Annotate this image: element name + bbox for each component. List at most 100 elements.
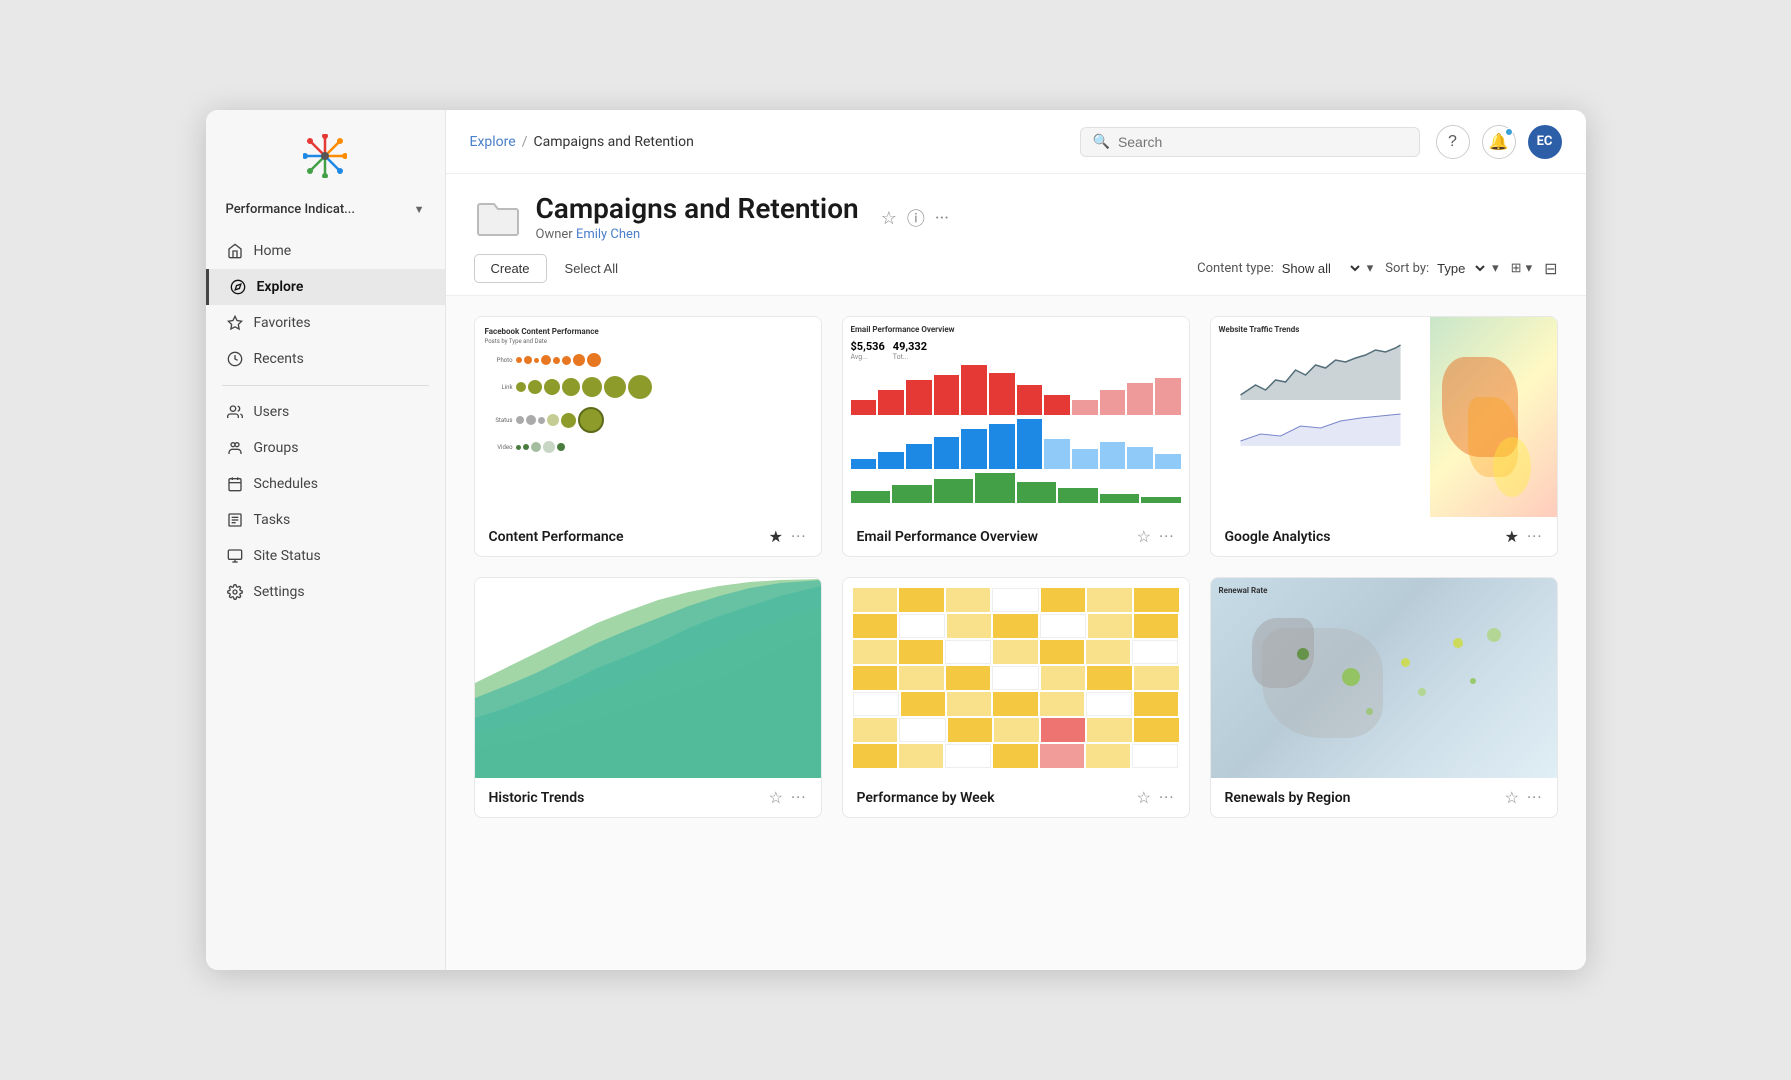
- folder-icon: [474, 194, 522, 242]
- groups-icon: [226, 439, 244, 457]
- compass-icon: [229, 278, 247, 296]
- card-footer-renewals-region: Renewals by Region ☆ ···: [1211, 778, 1557, 817]
- card-title-performance-week: Performance by Week: [857, 790, 1129, 806]
- select-all-button[interactable]: Select All: [557, 255, 626, 282]
- search-input[interactable]: [1118, 134, 1407, 150]
- card-star-historic-trends[interactable]: ☆: [769, 788, 783, 807]
- users-icon: [226, 403, 244, 421]
- sidebar-item-settings[interactable]: Settings: [206, 574, 445, 610]
- card-star-content-performance[interactable]: ★: [769, 527, 783, 546]
- page-header: Campaigns and Retention Owner Emily Chen…: [446, 174, 1586, 296]
- content-area: Facebook Content Performance Posts by Ty…: [446, 296, 1586, 970]
- notifications-button[interactable]: 🔔: [1482, 125, 1516, 159]
- sort-by-filter[interactable]: Sort by: Type Name Date ▾: [1385, 260, 1498, 277]
- filter-icon[interactable]: ⊟: [1544, 259, 1557, 278]
- card-preview-content-performance: Facebook Content Performance Posts by Ty…: [475, 317, 821, 517]
- search-bar[interactable]: 🔍: [1080, 127, 1420, 157]
- sort-by-select[interactable]: Type Name Date: [1433, 260, 1488, 277]
- sidebar-label-settings: Settings: [254, 584, 305, 600]
- create-button[interactable]: Create: [474, 254, 547, 283]
- map-chart: Renewal Rate: [1211, 578, 1557, 778]
- card-star-performance-week[interactable]: ☆: [1137, 788, 1151, 807]
- card-email-performance[interactable]: Email Performance Overview $5,536Avg... …: [842, 316, 1190, 557]
- more-options-icon[interactable]: ···: [935, 208, 949, 229]
- card-title-historic-trends: Historic Trends: [489, 790, 761, 806]
- logo: [206, 110, 445, 194]
- owner-name[interactable]: Emily Chen: [576, 227, 640, 242]
- sidebar-item-groups[interactable]: Groups: [206, 430, 445, 466]
- card-menu-performance-week[interactable]: ···: [1159, 788, 1175, 807]
- help-button[interactable]: ?: [1436, 125, 1470, 159]
- card-menu-historic-trends[interactable]: ···: [791, 788, 807, 807]
- star-icon: [226, 314, 244, 332]
- card-content-performance[interactable]: Facebook Content Performance Posts by Ty…: [474, 316, 822, 557]
- sort-by-label: Sort by:: [1385, 261, 1429, 276]
- sidebar-label-explore: Explore: [257, 279, 304, 295]
- home-icon: [226, 242, 244, 260]
- info-icon[interactable]: ⓘ: [907, 205, 925, 231]
- monitor-icon: [226, 547, 244, 565]
- content-type-select[interactable]: Show all Workbooks Views: [1278, 260, 1363, 277]
- cards-grid: Facebook Content Performance Posts by Ty…: [474, 316, 1558, 818]
- workspace-name: Performance Indicat...: [226, 202, 356, 217]
- view-toggle[interactable]: ⊞ ▾: [1511, 261, 1532, 276]
- card-menu-content-performance[interactable]: ···: [791, 527, 807, 546]
- calendar-icon: [226, 475, 244, 493]
- card-performance-week[interactable]: Performance by Week ☆ ···: [842, 577, 1190, 818]
- card-footer-email-performance: Email Performance Overview ☆ ···: [843, 517, 1189, 556]
- card-menu-email-performance[interactable]: ···: [1159, 527, 1175, 546]
- toolbar-right: Content type: Show all Workbooks Views ▾…: [1197, 259, 1557, 278]
- card-title-renewals-region: Renewals by Region: [1225, 790, 1497, 806]
- sidebar-label-recents: Recents: [254, 351, 304, 367]
- card-footer-google-analytics: Google Analytics ★ ···: [1211, 517, 1557, 556]
- sidebar-item-users[interactable]: Users: [206, 394, 445, 430]
- sidebar-item-recents[interactable]: Recents: [206, 341, 445, 377]
- content-type-label: Content type:: [1197, 261, 1274, 276]
- card-menu-google-analytics[interactable]: ···: [1527, 527, 1543, 546]
- card-star-google-analytics[interactable]: ★: [1505, 527, 1519, 546]
- grid-view-icon[interactable]: ⊞: [1511, 261, 1522, 276]
- sidebar-item-explore[interactable]: Explore: [206, 269, 445, 305]
- card-historic-trends[interactable]: Historic Trends ☆ ···: [474, 577, 822, 818]
- card-star-email-performance[interactable]: ☆: [1137, 527, 1151, 546]
- card-preview-google-analytics: Website Traffic Trends: [1211, 317, 1557, 517]
- card-title-content-performance: Content Performance: [489, 529, 761, 545]
- sidebar-item-schedules[interactable]: Schedules: [206, 466, 445, 502]
- card-preview-email-performance: Email Performance Overview $5,536Avg... …: [843, 317, 1189, 517]
- gear-icon: [226, 583, 244, 601]
- breadcrumb: Explore / Campaigns and Retention: [470, 134, 1064, 150]
- sidebar-item-site-status[interactable]: Site Status: [206, 538, 445, 574]
- sidebar-item-tasks[interactable]: Tasks: [206, 502, 445, 538]
- card-menu-renewals-region[interactable]: ···: [1527, 788, 1543, 807]
- card-preview-performance-week: [843, 578, 1189, 778]
- sidebar-nav: Home Explore Favorites Recents: [206, 233, 445, 954]
- chevron-sort-icon: ▾: [1492, 261, 1499, 276]
- workspace-selector[interactable]: Performance Indicat... ▼: [206, 194, 445, 233]
- favorite-star-icon[interactable]: ☆: [881, 208, 897, 229]
- card-renewals-region[interactable]: Renewal Rate: [1210, 577, 1558, 818]
- card-footer-historic-trends: Historic Trends ☆ ···: [475, 778, 821, 817]
- page-title-text: Campaigns and Retention Owner Emily Chen: [536, 194, 859, 242]
- card-preview-historic-trends: [475, 578, 821, 778]
- sidebar-label-favorites: Favorites: [254, 315, 311, 331]
- breadcrumb-explore[interactable]: Explore: [470, 134, 516, 150]
- page-title: Campaigns and Retention: [536, 194, 859, 225]
- sidebar-label-users: Users: [254, 404, 290, 420]
- sidebar-item-favorites[interactable]: Favorites: [206, 305, 445, 341]
- search-icon: 🔍: [1093, 134, 1110, 150]
- sidebar-item-home[interactable]: Home: [206, 233, 445, 269]
- card-title-email-performance: Email Performance Overview: [857, 529, 1129, 545]
- topbar-actions: ? 🔔 EC: [1436, 125, 1562, 159]
- card-google-analytics[interactable]: Website Traffic Trends: [1210, 316, 1558, 557]
- sidebar-label-home: Home: [254, 243, 292, 259]
- sidebar-label-site-status: Site Status: [254, 548, 321, 564]
- card-footer-performance-week: Performance by Week ☆ ···: [843, 778, 1189, 817]
- card-star-renewals-region[interactable]: ☆: [1505, 788, 1519, 807]
- avatar[interactable]: EC: [1528, 125, 1562, 159]
- sidebar-label-schedules: Schedules: [254, 476, 318, 492]
- chevron-down-icon: ▼: [414, 203, 425, 216]
- sidebar-label-groups: Groups: [254, 440, 299, 456]
- page-title-row: Campaigns and Retention Owner Emily Chen…: [474, 194, 1558, 242]
- content-type-filter[interactable]: Content type: Show all Workbooks Views ▾: [1197, 260, 1373, 277]
- topbar: Explore / Campaigns and Retention 🔍 ? 🔔 …: [446, 110, 1586, 174]
